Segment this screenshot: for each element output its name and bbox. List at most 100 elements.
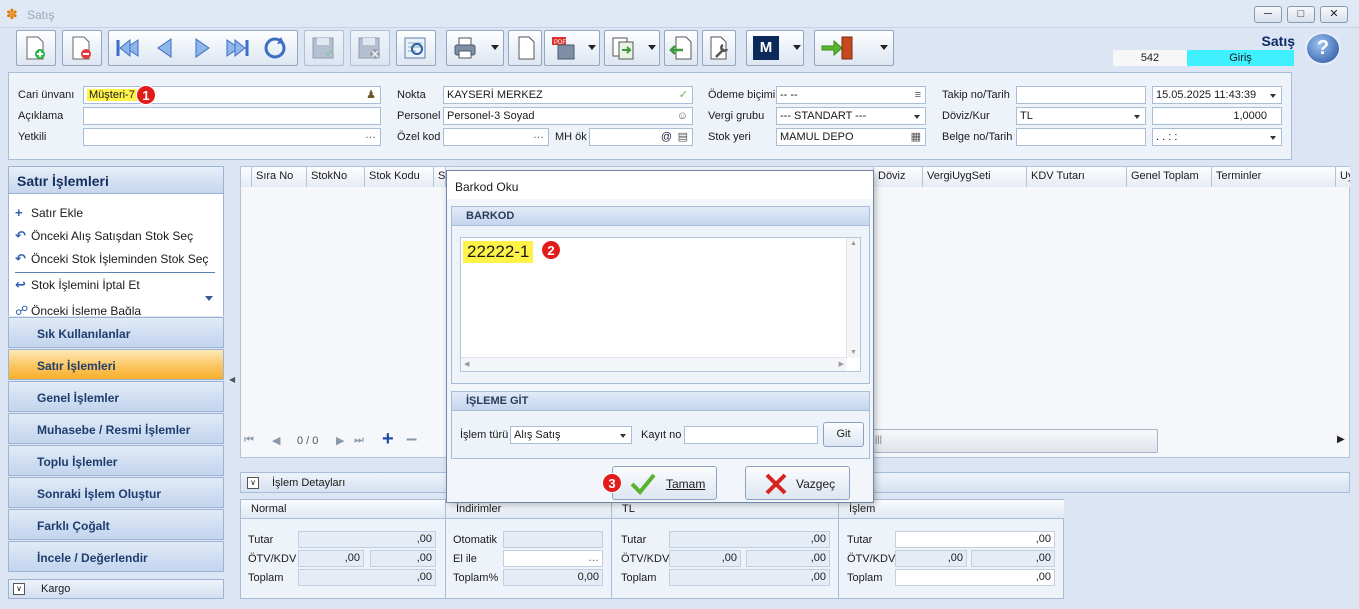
add-row-icon[interactable]: + xyxy=(382,428,394,451)
exit-button[interactable] xyxy=(814,30,894,66)
close-button[interactable]: ✕ xyxy=(1320,6,1348,23)
islem-turu-select[interactable]: Alış Satış xyxy=(510,426,632,444)
col-stok-no[interactable]: StokNo xyxy=(307,167,365,187)
col-uy[interactable]: Uy xyxy=(1336,167,1350,187)
help-button[interactable]: ? xyxy=(1305,32,1341,65)
vazgec-button[interactable]: Vazgeç xyxy=(745,466,850,500)
cancel-x-icon xyxy=(765,473,787,495)
tamam-button[interactable]: Tamam xyxy=(612,466,717,500)
col-genel-toplam[interactable]: Genel Toplam xyxy=(1127,167,1212,187)
scroll-right-icon[interactable]: ▶ xyxy=(839,360,844,368)
elile-input[interactable]: … xyxy=(503,550,603,567)
doviz-select[interactable]: TL xyxy=(1016,107,1146,125)
nav-satir-islemleri[interactable]: Satır İşlemleri xyxy=(8,349,224,380)
calendar-list-icon[interactable]: ≡ xyxy=(915,87,921,103)
last-page-icon[interactable]: ⏭ xyxy=(354,434,364,447)
col-vergi-uyg-seti[interactable]: VergiUygSeti xyxy=(923,167,1027,187)
vergi-select[interactable]: --- STANDART --- xyxy=(776,107,926,125)
belge-date-input[interactable]: . . : : xyxy=(1152,128,1282,146)
scroll-down-icon[interactable] xyxy=(205,296,213,301)
grid-lookup-icon[interactable]: ▦ xyxy=(911,129,921,145)
satir-ekle-item[interactable]: + Satır Ekle xyxy=(15,205,83,225)
barkod-textarea[interactable]: 22222-1 ▲ ▼ ◀ ▶ xyxy=(460,237,861,372)
islem-tutar[interactable]: ,00 xyxy=(895,531,1055,548)
belge-input[interactable] xyxy=(1016,128,1146,146)
vertical-scrollbar[interactable]: ▲ ▼ xyxy=(846,238,860,358)
ellipsis-icon[interactable]: … xyxy=(365,129,376,143)
chevron-down-icon: ∨ xyxy=(13,583,25,595)
maximize-button[interactable]: □ xyxy=(1287,6,1315,23)
stok-input[interactable]: MAMUL DEPO ▦ xyxy=(776,128,926,146)
delete-record-button[interactable] xyxy=(62,30,102,66)
col-kdv-tutari[interactable]: KDV Tutarı xyxy=(1027,167,1127,187)
scroll-up-icon[interactable]: ▲ xyxy=(850,240,857,247)
mhok-input[interactable]: @ ▤ xyxy=(589,128,693,146)
nav-muhasebe[interactable]: Muhasebe / Resmi İşlemler xyxy=(8,413,224,444)
mikro-menu-button[interactable]: M xyxy=(746,30,804,66)
nav-toplu-islemler[interactable]: Toplu İşlemler xyxy=(8,445,224,476)
onceki-isleme-bagla-item[interactable]: ☍ Önceki İşleme Bağla xyxy=(15,303,141,315)
personel-input[interactable]: Personel-3 Soyad ☺ xyxy=(443,107,693,125)
refresh-icon[interactable] xyxy=(261,35,289,61)
horizontal-scrollbar-thumb[interactable]: ||| xyxy=(860,429,1158,453)
cari-input[interactable]: Müşteri-7 ♟ xyxy=(83,86,381,104)
nav-sik-kullanilanlar[interactable]: Sık Kullanılanlar xyxy=(8,317,224,348)
check-icon[interactable]: ✓ xyxy=(679,87,688,103)
onceki-alis-satis-item[interactable]: ↶ Önceki Alış Satışdan Stok Seç xyxy=(15,228,193,248)
at-icon[interactable]: @ xyxy=(661,129,672,145)
preview-button[interactable] xyxy=(396,30,436,66)
cancel-save-button[interactable] xyxy=(350,30,390,66)
new-record-button[interactable] xyxy=(16,30,56,66)
col-terminler[interactable]: Terminler xyxy=(1212,167,1336,187)
card-icon[interactable]: ▤ xyxy=(678,129,688,145)
next-record-icon[interactable] xyxy=(188,36,216,60)
nav-genel-islemler[interactable]: Genel İşlemler xyxy=(8,381,224,412)
first-page-icon[interactable]: ⏮ xyxy=(244,434,254,447)
person-card-icon[interactable]: ☺ xyxy=(677,108,688,124)
settings-button[interactable] xyxy=(702,30,736,66)
import-button[interactable] xyxy=(664,30,698,66)
next-page-icon[interactable]: ▶ xyxy=(336,434,344,447)
remove-row-icon[interactable]: – xyxy=(406,428,417,451)
nav-incele[interactable]: İncele / Değerlendir xyxy=(8,541,224,572)
onceki-stok-islem-item[interactable]: ↶ Önceki Stok İşleminden Stok Seç xyxy=(15,251,208,271)
col-sira-no[interactable]: Sıra No xyxy=(252,167,307,187)
copy-button[interactable] xyxy=(604,30,660,66)
islem-toplam[interactable]: ,00 xyxy=(895,569,1055,586)
minimize-button[interactable]: ─ xyxy=(1254,6,1282,23)
kur-input[interactable]: 1,0000 xyxy=(1152,107,1282,125)
nokta-input[interactable]: KAYSERİ MERKEZ ✓ xyxy=(443,86,693,104)
last-record-icon[interactable] xyxy=(223,36,251,60)
blank-page-button[interactable] xyxy=(508,30,542,66)
aciklama-input[interactable] xyxy=(83,107,381,125)
first-record-icon[interactable] xyxy=(114,36,142,60)
otv-label: ÖTV/KDV xyxy=(621,553,670,565)
col-s[interactable]: S xyxy=(434,167,446,187)
ellipsis-icon[interactable]: … xyxy=(588,552,599,564)
takip-date-input[interactable]: 15.05.2025 11:43:39 xyxy=(1152,86,1282,104)
stok-islem-iptal-item[interactable]: ↩ Stok İşlemini İptal Et xyxy=(15,277,140,297)
people-icon[interactable]: ♟ xyxy=(366,87,376,103)
nav-sonraki-islem[interactable]: Sonraki İşlem Oluştur xyxy=(8,477,224,508)
odeme-input[interactable]: -- -- ≡ xyxy=(776,86,926,104)
prev-page-icon[interactable]: ◀ xyxy=(272,434,280,447)
kayit-no-input[interactable] xyxy=(684,426,818,444)
ellipsis-icon[interactable]: … xyxy=(533,129,544,143)
previous-record-icon[interactable] xyxy=(151,36,179,60)
splitter-arrow-icon[interactable]: ◀ xyxy=(229,375,235,384)
git-button[interactable]: Git xyxy=(823,422,864,447)
print-button[interactable] xyxy=(446,30,504,66)
kargo-bar[interactable]: ∨ Kargo xyxy=(8,579,224,599)
takip-input[interactable] xyxy=(1016,86,1146,104)
ozelkod-input[interactable]: … xyxy=(443,128,549,146)
col-stok-kodu[interactable]: Stok Kodu xyxy=(365,167,434,187)
nav-farkli-cogalt[interactable]: Farklı Çoğalt xyxy=(8,509,224,540)
scroll-right-icon[interactable]: ▶ xyxy=(1337,434,1345,445)
scroll-down-icon[interactable]: ▼ xyxy=(850,349,857,356)
export-pdf-button[interactable]: PDF xyxy=(544,30,600,66)
col-doviz[interactable]: Döviz xyxy=(873,167,923,187)
scroll-left-icon[interactable]: ◀ xyxy=(464,360,469,368)
save-button[interactable] xyxy=(304,30,344,66)
horizontal-scrollbar[interactable]: ◀ ▶ xyxy=(461,357,847,371)
yetkili-input[interactable]: … xyxy=(83,128,381,146)
